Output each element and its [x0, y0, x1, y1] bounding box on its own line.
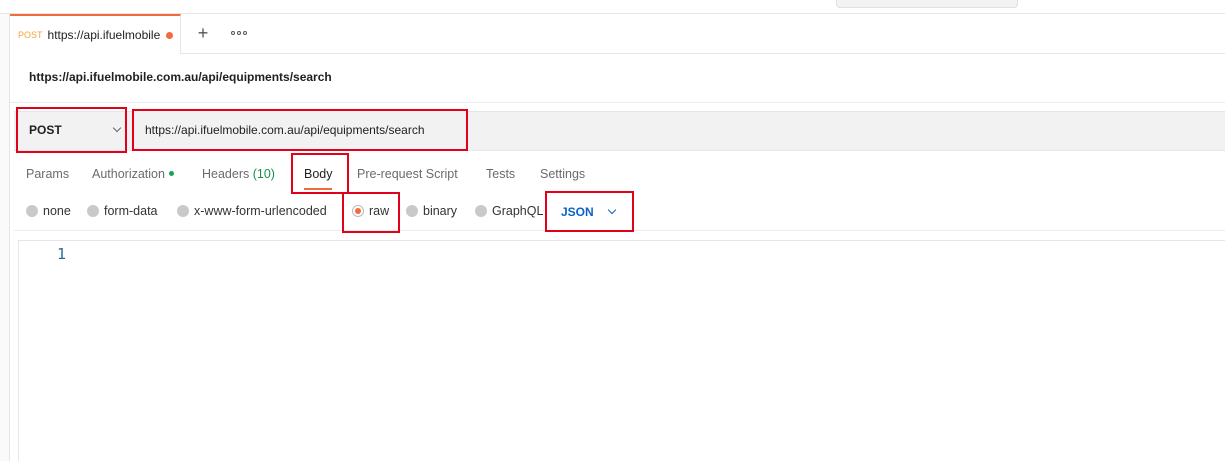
plus-icon[interactable]: +: [192, 22, 214, 44]
line-number: 1: [57, 245, 67, 263]
tab-bar: POST https://api.ifuelmobile +: [10, 14, 1225, 54]
tab-headers[interactable]: Headers (10): [202, 167, 275, 181]
request-tabs: Params Authorization Headers (10) Body P…: [14, 153, 1225, 195]
radio-form-data[interactable]: form-data: [87, 204, 158, 218]
active-tab-indicator: [304, 188, 332, 190]
tab-method: POST: [18, 30, 43, 40]
radio-raw[interactable]: raw: [352, 204, 389, 218]
request-tab[interactable]: POST https://api.ifuelmobile: [10, 14, 181, 54]
unsaved-dot-icon: [166, 31, 174, 39]
radio-none[interactable]: none: [26, 204, 71, 218]
radio-raw-label: raw: [369, 204, 390, 218]
left-sidebar-edge: [0, 14, 10, 461]
radio-graphql[interactable]: GraphQL: [475, 204, 543, 218]
radio-circle-selected[interactable]: [352, 205, 364, 217]
body-type-selector: none form-data x-www-form-urlencoded raw…: [14, 191, 1225, 233]
radio-binary[interactable]: binary: [406, 204, 457, 218]
search-bar[interactable]: [836, 0, 1018, 8]
url-field[interactable]: [132, 109, 468, 151]
format-label: JSON: [561, 204, 594, 219]
method-label: POST: [29, 123, 62, 137]
tab-title: https://api.ifuelmobile: [47, 28, 161, 42]
tab-body[interactable]: Body: [304, 167, 333, 181]
method-select[interactable]: POST: [16, 107, 127, 153]
request-name[interactable]: https://api.ifuelmobile.com.au/api/equip…: [29, 70, 332, 84]
url-bar: POST: [14, 107, 1225, 153]
radio-circle[interactable]: [177, 205, 189, 217]
url-input[interactable]: [145, 123, 465, 137]
format-select[interactable]: JSON: [545, 191, 634, 232]
radio-urlencoded-label: x-www-form-urlencoded: [194, 204, 327, 218]
tab-settings[interactable]: Settings: [540, 167, 585, 181]
top-strip: [0, 0, 1225, 14]
more-options-icon[interactable]: [230, 26, 248, 40]
tab-prerequest-script[interactable]: Pre-request Script: [357, 167, 458, 181]
radio-circle[interactable]: [87, 205, 99, 217]
tab-authorization-label: Authorization: [92, 167, 165, 181]
headers-count: (10): [252, 167, 275, 181]
chevron-down-icon: [112, 123, 122, 133]
radio-circle[interactable]: [26, 205, 38, 217]
tab-params[interactable]: Params: [26, 167, 69, 181]
radio-form-data-label: form-data: [104, 204, 158, 218]
body-editor[interactable]: 1: [18, 240, 1225, 461]
radio-binary-label: binary: [423, 204, 458, 218]
radio-none-label: none: [43, 204, 71, 218]
tab-headers-label: Headers: [202, 167, 250, 181]
radio-circle[interactable]: [406, 205, 418, 217]
divider: [10, 102, 1225, 103]
radio-urlencoded[interactable]: x-www-form-urlencoded: [177, 204, 327, 218]
chevron-down-icon: [607, 205, 617, 215]
tab-tests[interactable]: Tests: [486, 167, 515, 181]
auth-status-dot-icon: [168, 171, 174, 177]
radio-circle[interactable]: [475, 205, 487, 217]
tab-authorization[interactable]: Authorization: [92, 167, 174, 181]
radio-graphql-label: GraphQL: [492, 204, 544, 218]
